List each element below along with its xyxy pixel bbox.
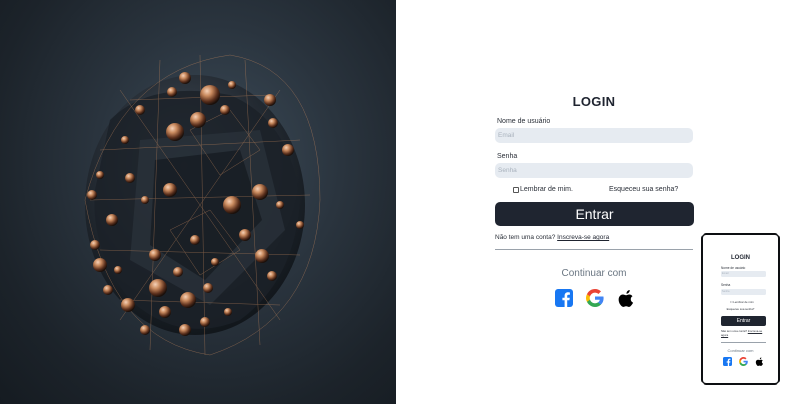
signup-link[interactable]: Inscreva-se agora — [557, 234, 609, 241]
signup-text: Não tem uma conta? — [495, 234, 558, 241]
remember-me-label: Lembrar de mim. — [520, 186, 573, 193]
social-login-row — [555, 289, 635, 307]
mobile-forgot-password-link[interactable]: Esqueceu sua senha? — [703, 307, 778, 311]
mobile-continue-with-label: Continuar com — [727, 348, 754, 353]
mobile-username-input[interactable]: Email — [721, 271, 766, 277]
divider — [495, 249, 693, 250]
mobile-social-row — [723, 357, 767, 367]
remember-me-checkbox[interactable]: Lembrar de mim. — [513, 186, 573, 193]
facebook-icon[interactable] — [555, 289, 573, 307]
mobile-username-label: Nome de usuário — [721, 266, 746, 270]
mobile-google-icon[interactable] — [739, 357, 748, 366]
mobile-password-input[interactable]: Senha — [721, 289, 766, 295]
continue-with-label: Continuar com — [561, 268, 627, 279]
hero-image — [0, 0, 396, 404]
mobile-remember-me[interactable]: ☐ Lembrar de mim — [730, 300, 754, 304]
mobile-password-label: Senha — [721, 283, 731, 287]
mobile-login-title: LOGIN — [731, 255, 750, 261]
checkbox-box[interactable] — [513, 186, 519, 193]
mobile-facebook-icon[interactable] — [723, 357, 732, 366]
mobile-submit-button[interactable]: Entrar — [721, 316, 766, 326]
apple-icon[interactable] — [617, 289, 635, 307]
mobile-apple-icon[interactable] — [755, 357, 764, 366]
mobile-signup-prompt: Não tem uma conta? Inscreva-se agora — [721, 329, 769, 337]
forgot-password-link[interactable]: Esqueceu sua senha? — [609, 186, 678, 193]
mobile-divider — [721, 342, 766, 343]
password-input[interactable] — [495, 163, 693, 178]
google-icon[interactable] — [586, 289, 604, 307]
mobile-remember-label: Lembrar de mim — [733, 300, 754, 304]
submit-button[interactable]: Entrar — [495, 202, 694, 226]
username-label: Nome de usuário — [497, 118, 551, 125]
login-title: LOGIN — [572, 94, 616, 109]
password-label: Senha — [497, 153, 518, 160]
abstract-sphere-art — [84, 54, 321, 356]
username-input[interactable] — [495, 128, 693, 143]
mobile-preview: LOGIN Nome de usuário Email Senha Senha … — [703, 235, 778, 383]
signup-prompt: Não tem uma conta? Inscreva-se agora — [495, 234, 609, 241]
